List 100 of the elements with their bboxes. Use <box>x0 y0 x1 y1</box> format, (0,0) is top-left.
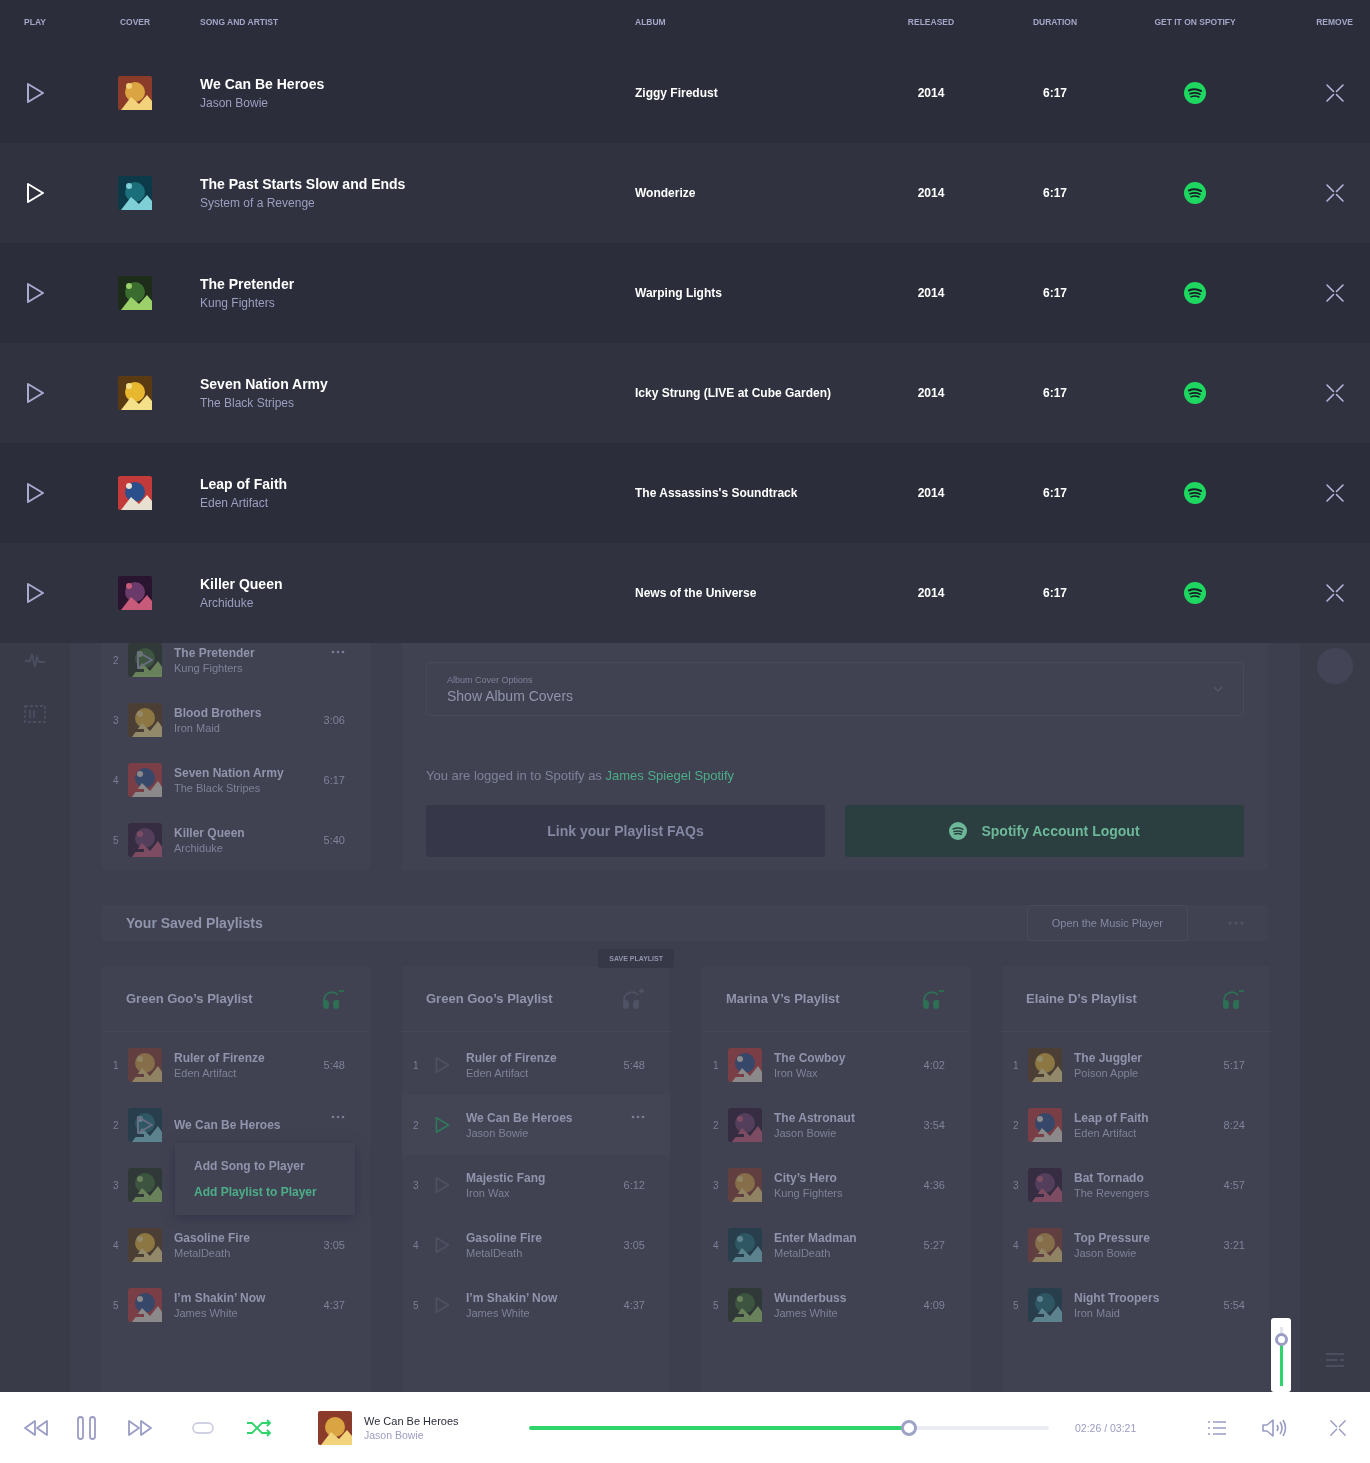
song-duration: 4:57 <box>1223 1179 1245 1191</box>
track-number: 1 <box>1013 1059 1020 1071</box>
artist-name: The Black Stripes <box>200 396 296 410</box>
artist-name: Iron Maid <box>1074 1307 1121 1319</box>
song-title: The Astronaut <box>774 1111 856 1125</box>
time-readout: 02:26 / 03:21 <box>1075 1421 1138 1434</box>
artist-name: Archiduke <box>174 842 224 854</box>
song-duration: 5:17 <box>1223 1059 1245 1071</box>
artist-name: Jason Bowie <box>774 1127 838 1139</box>
song-title: Seven Nation Army <box>174 766 285 780</box>
artist-name: James White <box>174 1307 239 1319</box>
artist-name: MetalDeath <box>774 1247 832 1259</box>
song-title: The Juggler <box>1074 1051 1143 1065</box>
login-status-text: You are logged in to Spotify as James Spiegel Spotify <box>426 768 736 783</box>
song-duration: 6:17 <box>1042 86 1068 100</box>
song-title: The Pretender <box>200 276 296 292</box>
song-title: Ruler of Firenze <box>174 1051 266 1065</box>
column-header: REMOVE <box>1315 16 1354 27</box>
track-number: 3 <box>713 1179 720 1191</box>
column-header: RELEASED <box>906 16 956 27</box>
song-title: Blood Brothers <box>174 706 263 720</box>
artist-name: Eden Artifact <box>200 496 270 510</box>
release-year: 2014 <box>916 586 946 600</box>
artist-name: MetalDeath <box>466 1247 524 1259</box>
song-title: Killer Queen <box>174 826 246 840</box>
song-title: Ruler of Firenze <box>466 1051 558 1065</box>
song-title: Majestic Fang <box>466 1171 547 1185</box>
song-duration: 6:12 <box>623 1179 645 1191</box>
artist-name: Iron Wax <box>774 1067 819 1079</box>
song-duration: 4:09 <box>923 1299 945 1311</box>
release-year: 2014 <box>916 186 946 200</box>
song-duration: 3:54 <box>923 1119 945 1131</box>
column-header: GET IT ON SPOTIFY <box>1153 16 1237 27</box>
column-header: SONG AND ARTIST <box>200 16 280 27</box>
album-name: The Assassins's Soundtrack <box>635 486 799 500</box>
song-title: Leap of Faith <box>200 476 289 492</box>
artist-name: Jason Bowie <box>1074 1247 1138 1259</box>
column-header: ALBUM <box>635 16 667 27</box>
song-title: We Can Be Heroes <box>174 1118 282 1132</box>
song-duration: 3:05 <box>623 1239 645 1251</box>
album-name: Warping Lights <box>635 286 723 300</box>
song-title: Top Pressure <box>1074 1231 1151 1245</box>
song-duration: 4:37 <box>323 1299 345 1311</box>
artist-name: Eden Artifact <box>466 1067 530 1079</box>
track-number: 5 <box>1013 1299 1020 1311</box>
artist-name: Kung Fighters <box>200 296 276 310</box>
track-number: 2 <box>413 1119 420 1131</box>
track-number: 3 <box>113 1179 120 1191</box>
track-number: 2 <box>113 654 120 666</box>
song-duration: 5:40 <box>323 834 345 846</box>
song-title: We Can Be Heroes <box>466 1111 574 1125</box>
song-title: We Can Be Heroes <box>364 1414 460 1427</box>
song-duration: 5:54 <box>1223 1299 1245 1311</box>
playlist-title: Marina V’s Playlist <box>726 991 840 1006</box>
song-title: Gasoline Fire <box>174 1231 252 1245</box>
release-year: 2014 <box>916 286 946 300</box>
artist-name: Jason Bowie <box>364 1428 425 1441</box>
song-title: Enter Madman <box>774 1231 858 1245</box>
track-number: 3 <box>1013 1179 1020 1191</box>
song-title: I’m Shakin’ Now <box>466 1291 559 1305</box>
track-number: 5 <box>113 1299 120 1311</box>
song-duration: 3:21 <box>1223 1239 1245 1251</box>
track-number: 1 <box>713 1059 720 1071</box>
artist-name: Iron Maid <box>174 722 221 734</box>
song-duration: 6:17 <box>1042 586 1068 600</box>
song-title: Wunderbuss <box>774 1291 848 1305</box>
column-header: COVER <box>118 16 152 27</box>
track-number: 4 <box>113 1239 120 1251</box>
release-year: 2014 <box>916 486 946 500</box>
song-duration: 5:27 <box>923 1239 945 1251</box>
track-number: 3 <box>413 1179 420 1191</box>
song-duration: 6:17 <box>1042 386 1068 400</box>
song-duration: 5:48 <box>323 1059 345 1071</box>
song-title: The Pretender <box>174 646 256 660</box>
artist-name: The Revengers <box>1074 1187 1151 1199</box>
song-duration: 3:05 <box>323 1239 345 1251</box>
artist-name: Kung Fighters <box>774 1187 844 1199</box>
song-title: The Past Starts Slow and Ends <box>200 176 407 192</box>
song-title: We Can Be Heroes <box>200 76 326 92</box>
track-number: 4 <box>1013 1239 1020 1251</box>
song-title: Gasoline Fire <box>466 1231 544 1245</box>
song-title: Night Troopers <box>1074 1291 1161 1305</box>
artist-name: Eden Artifact <box>174 1067 238 1079</box>
section-title: Your Saved Playlists <box>126 915 263 931</box>
track-number: 3 <box>113 714 120 726</box>
song-title: I’m Shakin’ Now <box>174 1291 267 1305</box>
album-name: Ziggy Firedust <box>635 86 719 100</box>
artist-name: Iron Wax <box>466 1187 511 1199</box>
song-title: City’s Hero <box>774 1171 838 1185</box>
track-number: 2 <box>1013 1119 1020 1131</box>
song-title: Killer Queen <box>200 576 284 592</box>
song-title: The Cowboy <box>774 1051 847 1065</box>
track-number: 2 <box>713 1119 720 1131</box>
track-number: 2 <box>113 1119 120 1131</box>
song-duration: 8:24 <box>1223 1119 1245 1131</box>
song-duration: 4:37 <box>623 1299 645 1311</box>
release-year: 2014 <box>916 86 946 100</box>
song-title: Seven Nation Army <box>200 376 329 392</box>
song-title: Bat Tornado <box>1074 1171 1145 1185</box>
track-number: 1 <box>413 1059 420 1071</box>
